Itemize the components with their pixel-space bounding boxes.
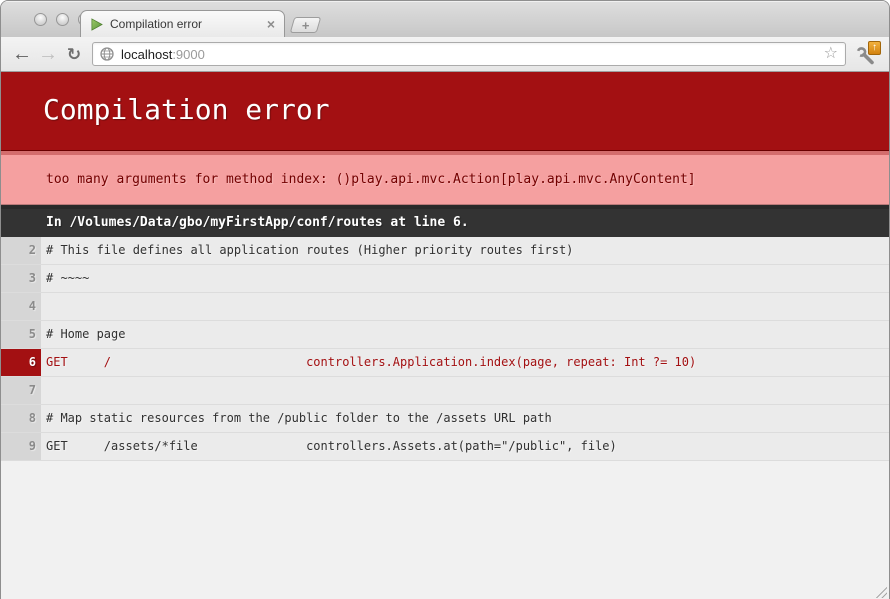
line-code <box>41 377 889 404</box>
play-favicon-icon <box>90 18 103 31</box>
source-line-row: 7 <box>1 377 889 405</box>
line-number: 4 <box>1 293 41 320</box>
source-line-row: 3 # ~~~~ <box>1 265 889 293</box>
source-line-row: 9 GET /assets/*file controllers.Assets.a… <box>1 433 889 461</box>
minimize-window-button[interactable] <box>56 13 69 26</box>
line-number: 2 <box>1 237 41 264</box>
bookmark-star-icon[interactable]: ☆ <box>824 46 838 62</box>
close-window-button[interactable] <box>34 13 47 26</box>
line-code: # ~~~~ <box>41 265 889 292</box>
line-number: 8 <box>1 405 41 432</box>
nav-toolbar: ← → ↻ localhost:9000 ☆ ↑ <box>1 37 889 72</box>
tab-compilation-error[interactable]: Compilation error × <box>80 10 285 37</box>
url-host: localhost <box>121 47 172 62</box>
plus-icon: + <box>302 19 310 32</box>
update-badge-icon: ↑ <box>868 41 881 55</box>
title-bar: Compilation error × + <box>1 1 889 37</box>
new-tab-button[interactable]: + <box>290 17 322 33</box>
address-bar[interactable]: localhost:9000 ☆ <box>92 42 846 66</box>
source-line-row: 8 # Map static resources from the /publi… <box>1 405 889 433</box>
line-code: # Home page <box>41 321 889 348</box>
error-location: In /Volumes/Data/gbo/myFirstApp/conf/rou… <box>1 205 889 237</box>
browser-window: Compilation error × + ← → ↻ localhost:90… <box>0 0 890 599</box>
line-code: GET /assets/*file controllers.Assets.at(… <box>41 433 889 460</box>
source-listing: 2 # This file defines all application ro… <box>1 237 889 461</box>
tab-close-icon[interactable]: × <box>267 17 275 31</box>
page-title: Compilation error <box>1 72 889 151</box>
source-line-row: 6 GET / controllers.Application.index(pa… <box>1 349 889 377</box>
page-content: Compilation error too many arguments for… <box>1 72 889 599</box>
line-code: GET / controllers.Application.index(page… <box>41 349 889 376</box>
line-number: 9 <box>1 433 41 460</box>
line-code: # Map static resources from the /public … <box>41 405 889 432</box>
source-line-row: 2 # This file defines all application ro… <box>1 237 889 265</box>
reload-button[interactable]: ↻ <box>61 46 87 63</box>
url-port: :9000 <box>172 47 205 62</box>
forward-button[interactable]: → <box>35 44 61 64</box>
source-line-row: 4 <box>1 293 889 321</box>
tab-title: Compilation error <box>110 17 267 31</box>
line-number: 6 <box>1 349 41 376</box>
line-code: # This file defines all application rout… <box>41 237 889 264</box>
line-number: 5 <box>1 321 41 348</box>
line-number: 3 <box>1 265 41 292</box>
source-line-row: 5 # Home page <box>1 321 889 349</box>
globe-icon <box>100 47 114 61</box>
line-code <box>41 293 889 320</box>
wrench-menu-button[interactable]: ↑ <box>855 41 881 67</box>
error-detail: too many arguments for method index: ()p… <box>1 151 889 205</box>
line-number: 7 <box>1 377 41 404</box>
resize-grip[interactable] <box>872 583 887 598</box>
back-button[interactable]: ← <box>9 44 35 64</box>
